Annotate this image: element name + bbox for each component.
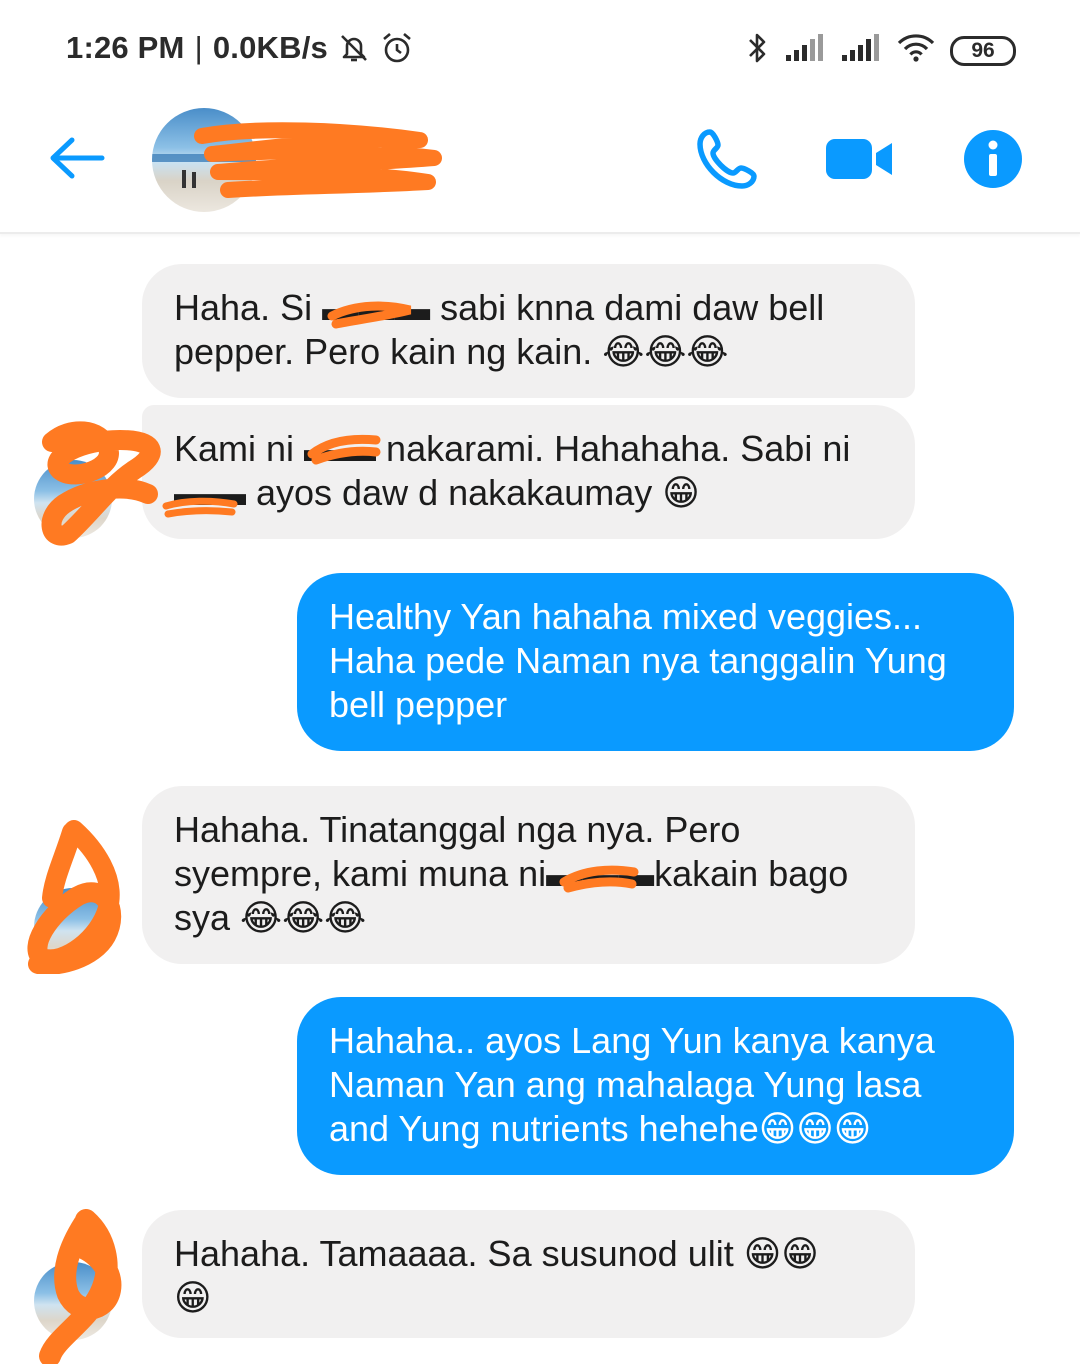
message-line: sya 😂😂😂 bbox=[174, 897, 367, 938]
wifi-icon bbox=[896, 32, 936, 69]
signal-icon bbox=[840, 33, 882, 68]
message-line: Hahaha.. ayos Lang Yun kanya kanya bbox=[329, 1020, 935, 1061]
message-bubble-incoming[interactable]: Kami ni ▬▬ nakarami. Hahahaha. Sabi ni ▬… bbox=[142, 405, 915, 539]
status-bar: 1:26 PM | 0.0KB/s 96 bbox=[0, 0, 1080, 96]
back-arrow-icon bbox=[50, 137, 105, 179]
redacted-contact-name bbox=[194, 122, 442, 198]
message-line: Hahaha. Tinatanggal nga nya. Pero bbox=[174, 809, 741, 850]
message-line: Haha pede Naman nya tanggalin Yung bbox=[329, 640, 947, 681]
network-speed: 0.0KB/s bbox=[212, 30, 328, 65]
alarm-icon bbox=[380, 31, 414, 65]
message-line: bell pepper bbox=[329, 684, 508, 725]
back-button[interactable] bbox=[46, 130, 108, 186]
battery-icon: 96 bbox=[950, 35, 1016, 66]
video-call-button[interactable] bbox=[824, 124, 894, 194]
conversation-header bbox=[0, 96, 1080, 234]
status-time: 1:26 PM bbox=[66, 30, 185, 65]
contact-avatar-small[interactable] bbox=[34, 1262, 112, 1340]
bluetooth-icon bbox=[746, 30, 770, 71]
messenger-chat-screen: 1:26 PM | 0.0KB/s 96 Haha. Si ▬▬▬ sabi k… bbox=[0, 0, 1080, 1364]
voice-call-button[interactable] bbox=[692, 124, 762, 194]
message-bubble-outgoing[interactable]: Hahaha.. ayos Lang Yun kanya kanya Naman… bbox=[297, 997, 1014, 1175]
message-line: Hahaha. Tamaaaa. Sa susunod ulit 😁😁 bbox=[174, 1233, 819, 1274]
message-bubble-incoming[interactable]: Hahaha. Tamaaaa. Sa susunod ulit 😁😁 😁 bbox=[142, 1210, 915, 1338]
message-line: syempre, kami muna ni▬▬▬kakain bago bbox=[174, 853, 849, 894]
status-right: 96 bbox=[746, 30, 1016, 71]
contact-avatar-small[interactable] bbox=[34, 460, 112, 538]
message-line: 😁 bbox=[174, 1277, 212, 1318]
contact-avatar-small[interactable] bbox=[34, 888, 112, 966]
status-left: 1:26 PM | 0.0KB/s bbox=[66, 30, 414, 66]
message-bubble-incoming[interactable]: Haha. Si ▬▬▬ sabi knna dami daw bell pep… bbox=[142, 264, 915, 398]
mute-bell-icon bbox=[338, 32, 370, 64]
message-line: pepper. Pero kain ng kain. 😂😂😂 bbox=[174, 331, 729, 372]
message-line: Healthy Yan hahaha mixed veggies... bbox=[329, 596, 923, 637]
phone-icon bbox=[697, 129, 757, 189]
message-line: ▬▬ ayos daw d nakakaumay 😁 bbox=[174, 472, 700, 513]
message-line: Haha. Si ▬▬▬ sabi knna dami daw bell bbox=[174, 287, 825, 328]
info-icon bbox=[964, 130, 1022, 188]
message-line: Naman Yan ang mahalaga Yung lasa bbox=[329, 1064, 922, 1105]
message-bubble-incoming[interactable]: Hahaha. Tinatanggal nga nya. Pero syempr… bbox=[142, 786, 915, 964]
video-camera-icon bbox=[826, 139, 892, 179]
message-line: and Yung nutrients hehehe😁😁😁 bbox=[329, 1108, 872, 1149]
status-separator: | bbox=[194, 30, 203, 65]
conversation-info-button[interactable] bbox=[958, 124, 1028, 194]
message-bubble-outgoing[interactable]: Healthy Yan hahaha mixed veggies... Haha… bbox=[297, 573, 1014, 751]
signal-icon bbox=[784, 33, 826, 68]
message-line: Kami ni ▬▬ nakarami. Hahahaha. Sabi ni bbox=[174, 428, 851, 469]
